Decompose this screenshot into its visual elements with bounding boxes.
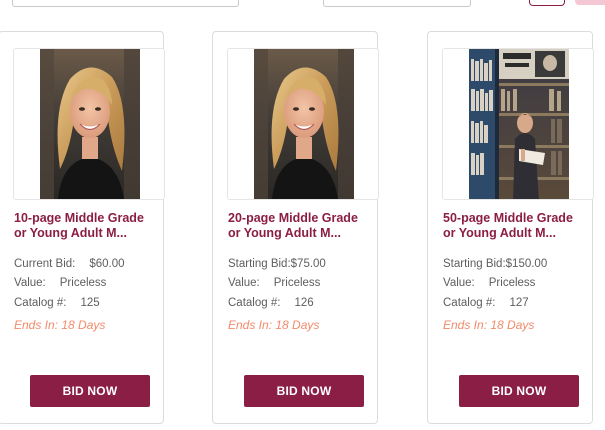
ends-in-label: Ends In: 18 Days — [228, 318, 320, 332]
item-title-line-2: or Young Adult M... — [228, 226, 341, 240]
value-row: Value: Priceless — [14, 276, 164, 290]
bid-now-button[interactable]: BID NOW — [30, 375, 150, 407]
auction-item-card: 10-page Middle Grade or Young Adult M...… — [0, 31, 165, 424]
bid-now-button[interactable]: BID NOW — [244, 375, 364, 407]
item-title-line-2: or Young Adult M... — [14, 226, 127, 240]
item-image[interactable] — [227, 48, 379, 200]
catalog-value: 127 — [509, 297, 529, 309]
bid-label: Starting Bid: — [228, 258, 291, 270]
bid-row: Starting Bid:$150.00 — [443, 257, 593, 271]
value-label: Value: — [443, 277, 475, 289]
bid-label: Starting Bid: — [443, 258, 506, 270]
item-title[interactable]: 10-page Middle Grade or Young Adult M... — [14, 211, 164, 241]
catalog-value: 125 — [80, 297, 100, 309]
catalog-row: Catalog #: 127 — [443, 296, 593, 310]
item-image[interactable] — [442, 48, 594, 200]
catalog-label: Catalog #: — [14, 297, 67, 309]
bid-value: $75.00 — [290, 258, 326, 270]
value-value: Priceless — [273, 277, 321, 289]
list-view-button[interactable] — [575, 0, 605, 5]
auction-item-card: 20-page Middle Grade or Young Adult M...… — [212, 31, 379, 424]
sort-select[interactable] — [323, 0, 471, 7]
item-title-line-1: 50-page Middle Grade — [443, 211, 573, 225]
value-value: Priceless — [488, 277, 536, 289]
item-image[interactable] — [13, 48, 165, 200]
portrait-woman-photo — [254, 49, 354, 199]
top-controls — [0, 0, 605, 12]
item-title[interactable]: 50-page Middle Grade or Young Adult M... — [443, 211, 593, 241]
item-title-line-1: 20-page Middle Grade — [228, 211, 358, 225]
search-input[interactable] — [12, 0, 239, 7]
man-in-bookstore-photo — [469, 49, 569, 199]
item-title-line-2: or Young Adult M... — [443, 226, 556, 240]
grid-view-button[interactable] — [529, 0, 565, 6]
catalog-label: Catalog #: — [443, 297, 496, 309]
item-title-line-1: 10-page Middle Grade — [14, 211, 144, 225]
value-label: Value: — [14, 277, 46, 289]
ends-in-label: Ends In: 18 Days — [443, 318, 535, 332]
bid-value: $60.00 — [89, 258, 125, 270]
catalog-row: Catalog #: 126 — [228, 296, 378, 310]
bid-row: Current Bid: $60.00 — [14, 257, 164, 271]
item-title[interactable]: 20-page Middle Grade or Young Adult M... — [228, 211, 378, 241]
value-row: Value: Priceless — [228, 276, 378, 290]
bid-label: Current Bid: — [14, 258, 76, 270]
value-value: Priceless — [59, 277, 107, 289]
catalog-label: Catalog #: — [228, 297, 281, 309]
catalog-row: Catalog #: 125 — [14, 296, 164, 310]
portrait-woman-photo — [40, 49, 140, 199]
value-row: Value: Priceless — [443, 276, 593, 290]
auction-item-card: 50-page Middle Grade or Young Adult M...… — [427, 31, 594, 424]
bid-row: Starting Bid:$75.00 — [228, 257, 378, 271]
bid-now-button[interactable]: BID NOW — [459, 375, 579, 407]
catalog-value: 126 — [294, 297, 314, 309]
value-label: Value: — [228, 277, 260, 289]
bid-value: $150.00 — [505, 258, 548, 270]
ends-in-label: Ends In: 18 Days — [14, 318, 106, 332]
